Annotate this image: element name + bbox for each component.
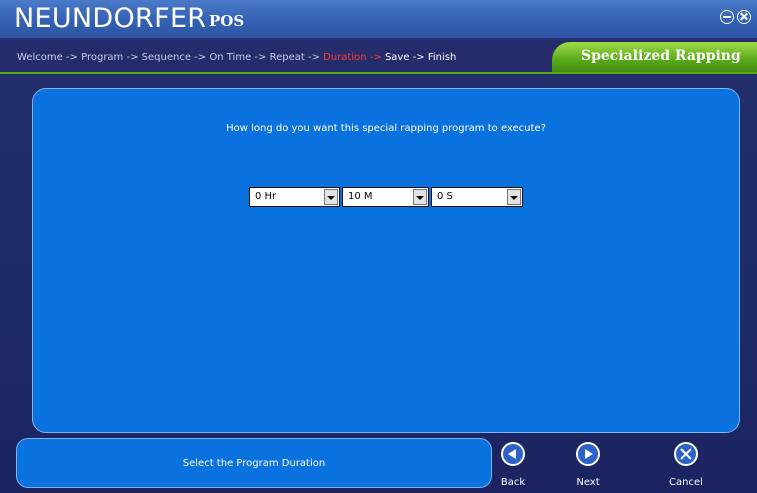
wizard-title-tab: Specialized Rapping bbox=[552, 42, 757, 72]
brand-logo: NEUNDORFER bbox=[14, 3, 207, 34]
chevron-down-icon[interactable] bbox=[413, 189, 427, 205]
main-panel: How long do you want this special rappin… bbox=[32, 88, 740, 433]
breadcrumb-step: Duration bbox=[323, 52, 367, 63]
breadcrumb-separator: -> bbox=[304, 52, 324, 63]
breadcrumb-step: Finish bbox=[427, 52, 457, 63]
wizard-divider bbox=[0, 72, 757, 74]
chevron-down-icon[interactable] bbox=[507, 189, 521, 205]
breadcrumb-step: Save bbox=[384, 52, 410, 63]
seconds-value: 0 S bbox=[437, 191, 453, 202]
hours-select[interactable]: 0 Hr bbox=[249, 187, 340, 207]
chevron-down-icon[interactable] bbox=[324, 189, 338, 205]
next-button[interactable]: Next bbox=[566, 440, 610, 492]
hours-value: 0 Hr bbox=[255, 191, 277, 202]
cancel-button[interactable]: Cancel bbox=[664, 440, 708, 492]
brand-sub: POS bbox=[209, 12, 245, 30]
breadcrumb-step: Welcome bbox=[17, 52, 63, 63]
app-window: NEUNDORFER POS Welcome -> Program -> Seq… bbox=[0, 0, 757, 493]
minutes-select[interactable]: 10 M bbox=[342, 187, 429, 207]
breadcrumb-step: Sequence bbox=[141, 52, 191, 63]
close-icon[interactable] bbox=[737, 10, 751, 24]
wizard-title: Specialized Rapping bbox=[581, 48, 741, 64]
status-bar: Select the Program Duration bbox=[16, 438, 492, 488]
breadcrumb-separator: -> bbox=[251, 52, 270, 63]
minutes-value: 10 M bbox=[348, 191, 373, 202]
cancel-x-icon bbox=[674, 442, 698, 466]
breadcrumb-step: Repeat bbox=[269, 52, 305, 63]
question-text: How long do you want this special rappin… bbox=[226, 123, 546, 134]
back-label: Back bbox=[500, 477, 526, 488]
breadcrumb-separator: -> bbox=[62, 52, 82, 63]
breadcrumb-separator: -> bbox=[123, 52, 142, 63]
next-arrow-icon bbox=[576, 442, 600, 466]
breadcrumb: Welcome -> Program -> Sequence -> On Tim… bbox=[17, 52, 456, 63]
back-arrow-icon bbox=[501, 442, 525, 466]
breadcrumb-separator: -> bbox=[366, 52, 385, 63]
back-button[interactable]: Back bbox=[491, 440, 535, 492]
title-bar: NEUNDORFER POS bbox=[0, 0, 757, 38]
breadcrumb-separator: -> bbox=[409, 52, 428, 63]
breadcrumb-step: Program bbox=[81, 52, 124, 63]
cancel-label: Cancel bbox=[669, 477, 703, 488]
status-message: Select the Program Duration bbox=[182, 458, 326, 469]
breadcrumb-step: On Time bbox=[209, 52, 252, 63]
next-label: Next bbox=[576, 477, 600, 488]
breadcrumb-separator: -> bbox=[191, 52, 210, 63]
minimize-icon[interactable] bbox=[720, 10, 734, 24]
seconds-select[interactable]: 0 S bbox=[431, 187, 523, 207]
